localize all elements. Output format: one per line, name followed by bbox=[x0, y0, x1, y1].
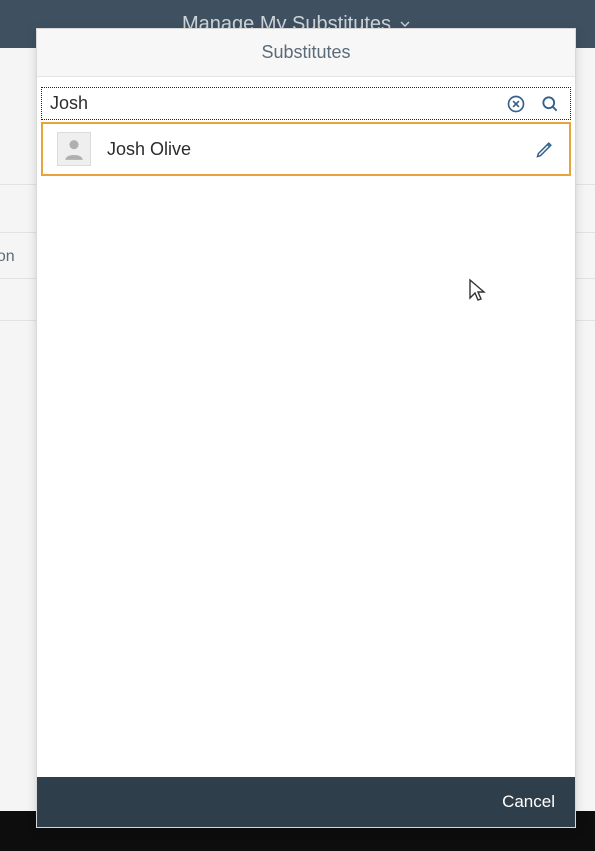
dialog-body bbox=[37, 176, 575, 777]
search-results-highlight: Josh Olive bbox=[41, 122, 571, 176]
dialog-title: Substitutes bbox=[261, 42, 350, 63]
search-input[interactable] bbox=[50, 93, 502, 114]
list-item[interactable]: Josh Olive bbox=[43, 127, 569, 171]
pencil-icon[interactable] bbox=[531, 135, 559, 163]
dialog-footer: Cancel bbox=[37, 777, 575, 827]
avatar-icon bbox=[57, 132, 91, 166]
result-name: Josh Olive bbox=[107, 139, 531, 160]
backdrop-partial-text: ution bbox=[0, 248, 15, 266]
cancel-button[interactable]: Cancel bbox=[502, 792, 555, 812]
clear-icon[interactable] bbox=[502, 90, 530, 118]
substitutes-dialog: Substitutes Josh Olive bbox=[36, 28, 576, 828]
search-icon[interactable] bbox=[536, 90, 564, 118]
dialog-header: Substitutes bbox=[37, 29, 575, 77]
search-field-container bbox=[41, 87, 571, 120]
